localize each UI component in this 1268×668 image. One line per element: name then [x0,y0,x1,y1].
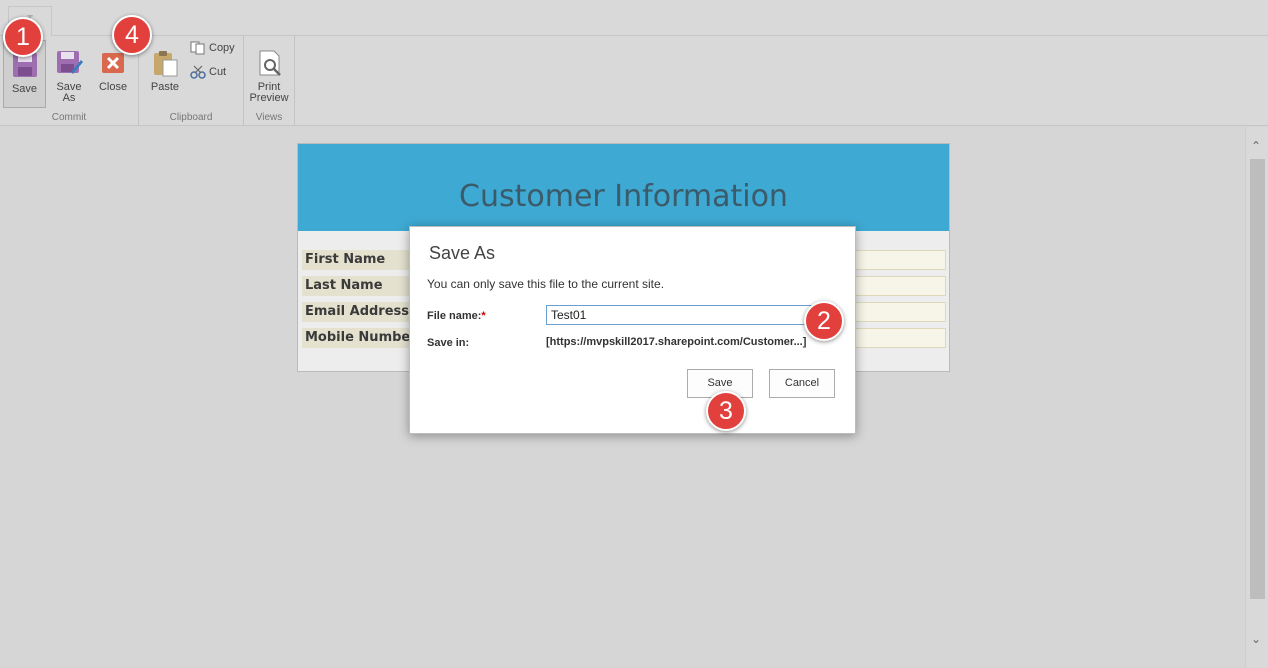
views-group: Print Preview Views [244,36,295,126]
cut-button[interactable]: Cut [190,65,226,79]
ribbon-tab-strip: T [0,0,1268,37]
cut-icon [190,65,206,79]
cut-button-label: Cut [209,66,227,78]
copy-icon [190,41,205,55]
dialog-note: You can only save this file to the curre… [427,277,665,291]
save-as-icon [57,51,83,74]
file-name-label: File name:* [427,310,486,322]
copy-button-label: Copy [209,42,235,54]
views-group-label: Views [255,112,283,123]
save-in-path: [https://mvpskill2017.sharepoint.com/Cus… [546,336,807,348]
save-as-label-2: As [62,92,76,104]
file-name-label-text: File name: [427,310,482,322]
scroll-down-icon[interactable]: ⌄ [1251,632,1261,646]
save-as-button[interactable]: Save As [50,40,88,104]
print-preview-button[interactable]: Print Preview [249,40,289,104]
paste-button-label: Paste [150,81,180,93]
step-2-callout: 2 [804,301,844,341]
print-preview-icon [259,50,281,76]
paste-button[interactable]: Paste [147,40,183,93]
dialog-title: Save As [429,243,496,263]
save-button-label: Save [11,83,38,95]
form-title: Customer Information [459,179,788,214]
form-banner: Customer Information [298,144,949,231]
clipboard-group: Paste Copy Cut Clipboard [139,36,244,126]
scrollbar-thumb[interactable] [1250,159,1265,599]
step-1-callout: 1 [3,17,43,57]
copy-button[interactable]: Copy [190,41,235,55]
save-in-label: Save in: [427,337,470,349]
close-button-label: Close [98,81,128,93]
paste-icon [154,51,178,77]
ribbon: Save Save As Close Commit Paste Copy Cut… [0,36,1268,126]
file-name-input[interactable] [546,305,837,325]
step-4-callout: 4 [112,15,152,55]
save-as-dialog: Save As You can only save this file to t… [409,226,856,434]
required-mark: * [481,310,486,322]
vertical-scrollbar[interactable]: ⌃ ⌄ [1245,127,1268,668]
commit-group-label: Commit [51,112,87,123]
step-3-callout: 3 [706,391,746,431]
scroll-up-icon[interactable]: ⌃ [1251,139,1261,153]
print-preview-label-2: Preview [249,92,289,104]
clipboard-group-label: Clipboard [169,112,213,123]
dialog-cancel-button[interactable]: Cancel [769,369,835,398]
